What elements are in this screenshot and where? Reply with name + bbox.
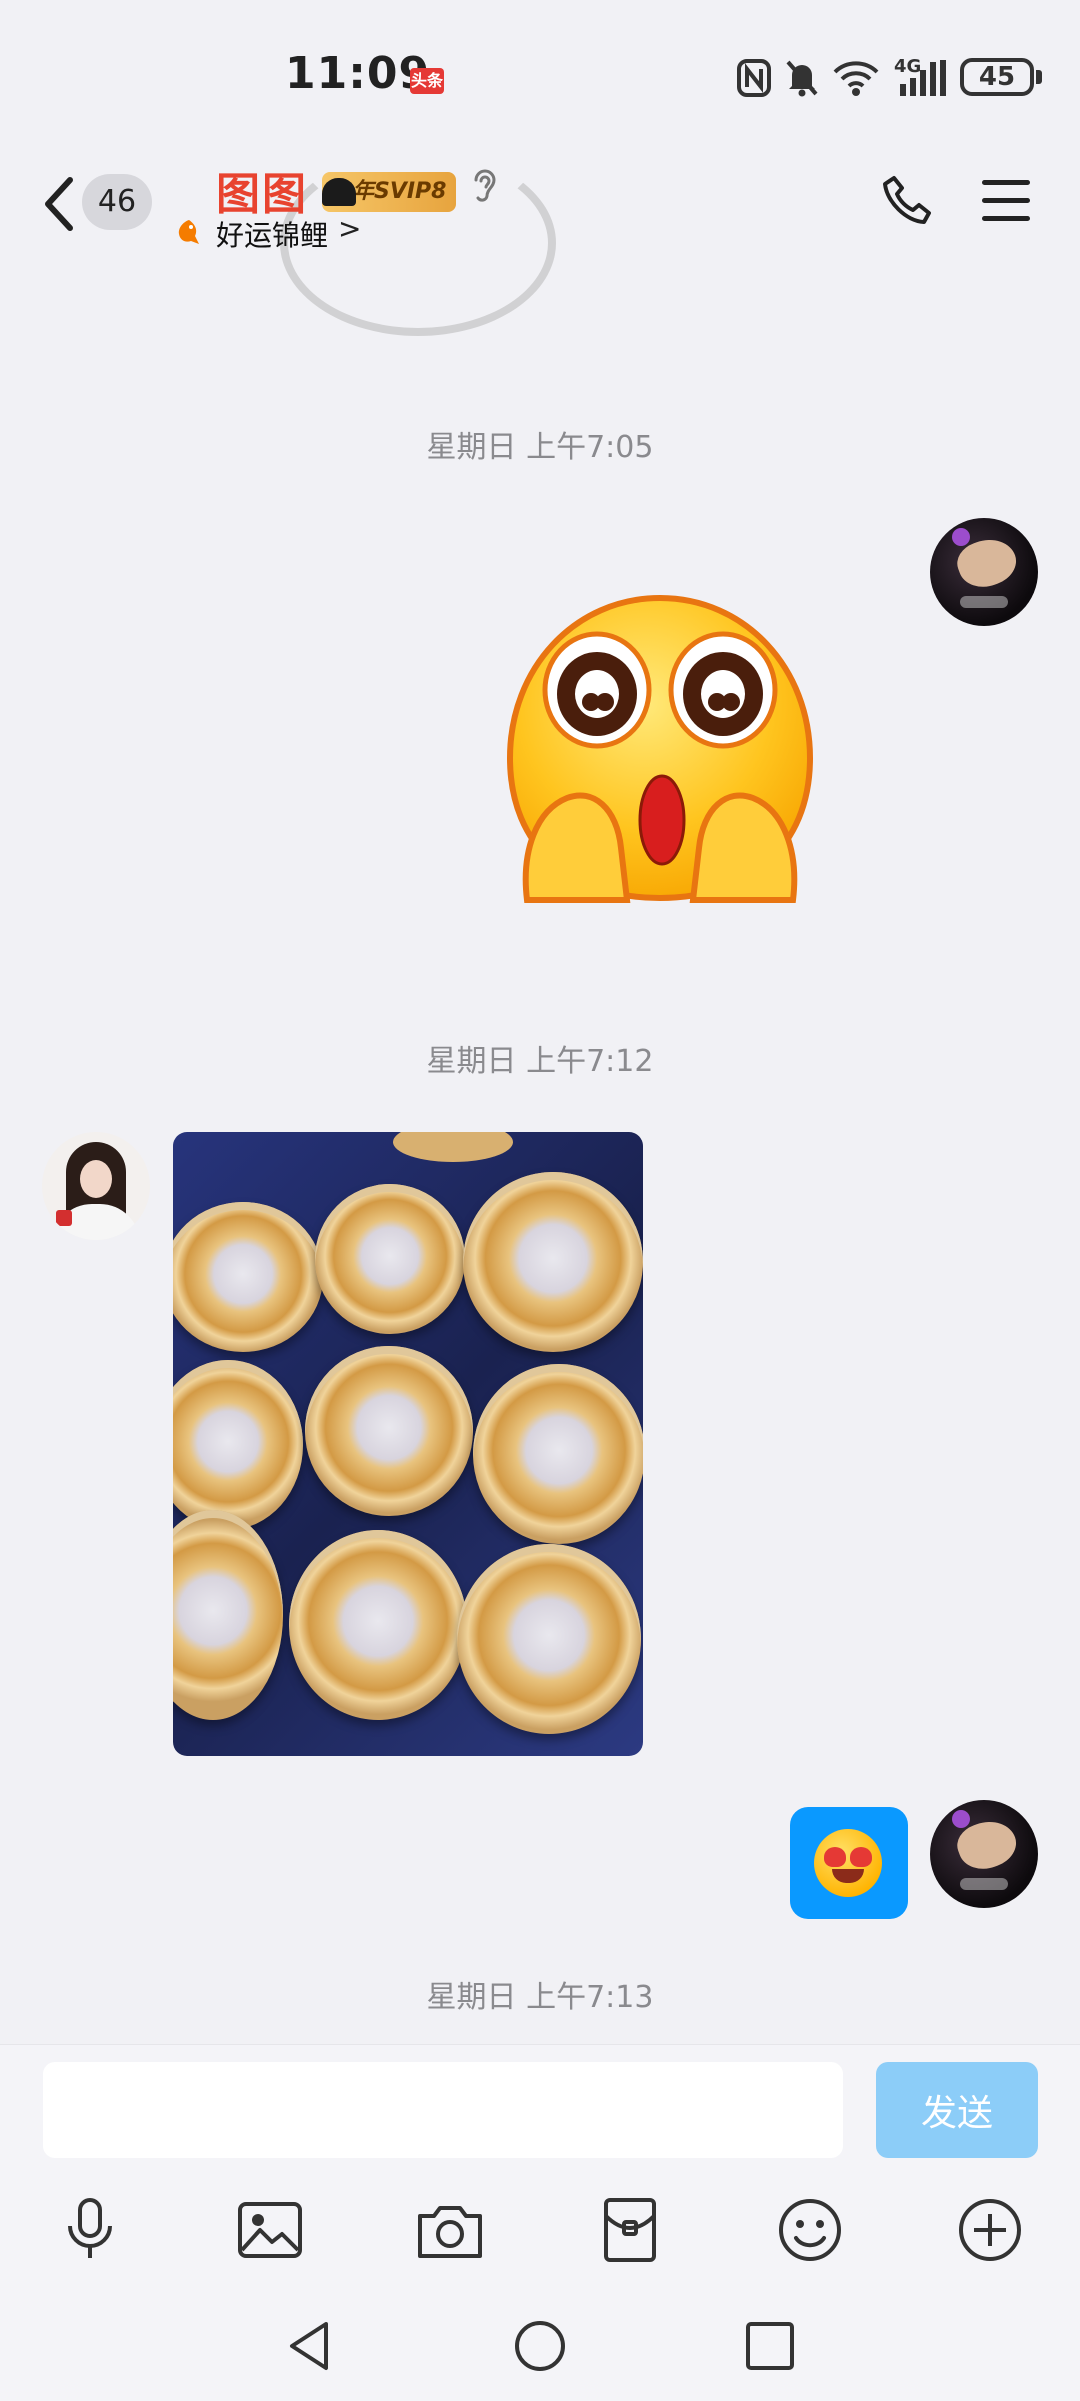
heart-eyes-emoji-icon bbox=[814, 1829, 882, 1897]
shocked-emoji-sticker[interactable] bbox=[505, 590, 815, 910]
my-avatar[interactable] bbox=[930, 518, 1038, 626]
pastry bbox=[173, 1360, 303, 1530]
pastry bbox=[463, 1172, 643, 1352]
shared-photo[interactable] bbox=[173, 1132, 643, 1756]
status-bar: 11:09 头条 4G 45 bbox=[0, 0, 1080, 160]
ear-icon[interactable] bbox=[470, 166, 500, 208]
timestamp: 星期日 上午7:12 bbox=[426, 1044, 654, 1079]
unread-count-badge[interactable]: 46 bbox=[82, 174, 152, 230]
timestamp: 星期日 上午7:05 bbox=[426, 430, 654, 465]
pastry bbox=[473, 1364, 643, 1544]
lucky-status[interactable]: 好运锦鲤 bbox=[216, 214, 328, 254]
vip-helmet-icon bbox=[322, 178, 356, 206]
phone-call-icon[interactable] bbox=[880, 172, 936, 228]
emoji-icon[interactable] bbox=[774, 2194, 846, 2266]
red-packet-icon[interactable] bbox=[594, 2194, 666, 2266]
battery-cap bbox=[1036, 70, 1042, 84]
contact-avatar[interactable] bbox=[42, 1132, 150, 1240]
battery-level: 45 bbox=[978, 62, 1016, 92]
pastry bbox=[305, 1346, 473, 1516]
news-badge: 头条 bbox=[410, 68, 444, 94]
wifi-icon bbox=[833, 61, 879, 96]
pastry bbox=[457, 1544, 641, 1734]
emoji-message-bubble[interactable] bbox=[790, 1807, 908, 1919]
koi-fish-icon bbox=[178, 220, 199, 244]
battery-indicator: 45 bbox=[960, 58, 1034, 96]
signal-icon bbox=[900, 60, 946, 96]
my-avatar[interactable] bbox=[930, 1800, 1038, 1908]
camera-icon[interactable] bbox=[414, 2194, 486, 2266]
plus-icon[interactable] bbox=[954, 2194, 1026, 2266]
timestamp: 星期日 上午7:13 bbox=[426, 1980, 654, 2015]
send-button[interactable]: 发送 bbox=[876, 2062, 1038, 2158]
image-icon[interactable] bbox=[234, 2194, 306, 2266]
nav-recents-icon[interactable] bbox=[744, 2320, 796, 2372]
back-arrow-icon[interactable] bbox=[40, 174, 76, 234]
status-chevron-icon[interactable]: > bbox=[338, 212, 361, 245]
pastry bbox=[315, 1184, 465, 1334]
contact-name[interactable]: 图图 bbox=[216, 158, 308, 222]
nfc-icon bbox=[737, 59, 771, 97]
nav-back-icon[interactable] bbox=[284, 2318, 336, 2374]
menu-icon[interactable] bbox=[982, 180, 1030, 224]
nav-home-icon[interactable] bbox=[512, 2318, 568, 2374]
pastry bbox=[173, 1202, 323, 1352]
status-time: 11:09 bbox=[285, 48, 431, 99]
microphone-icon[interactable] bbox=[54, 2194, 126, 2266]
message-input[interactable] bbox=[43, 2062, 843, 2158]
system-nav-bar bbox=[0, 2300, 1080, 2400]
pastry bbox=[289, 1530, 467, 1720]
pastry bbox=[173, 1510, 283, 1720]
bell-muted-icon bbox=[786, 60, 818, 97]
pastry-top-edge bbox=[393, 1132, 513, 1162]
